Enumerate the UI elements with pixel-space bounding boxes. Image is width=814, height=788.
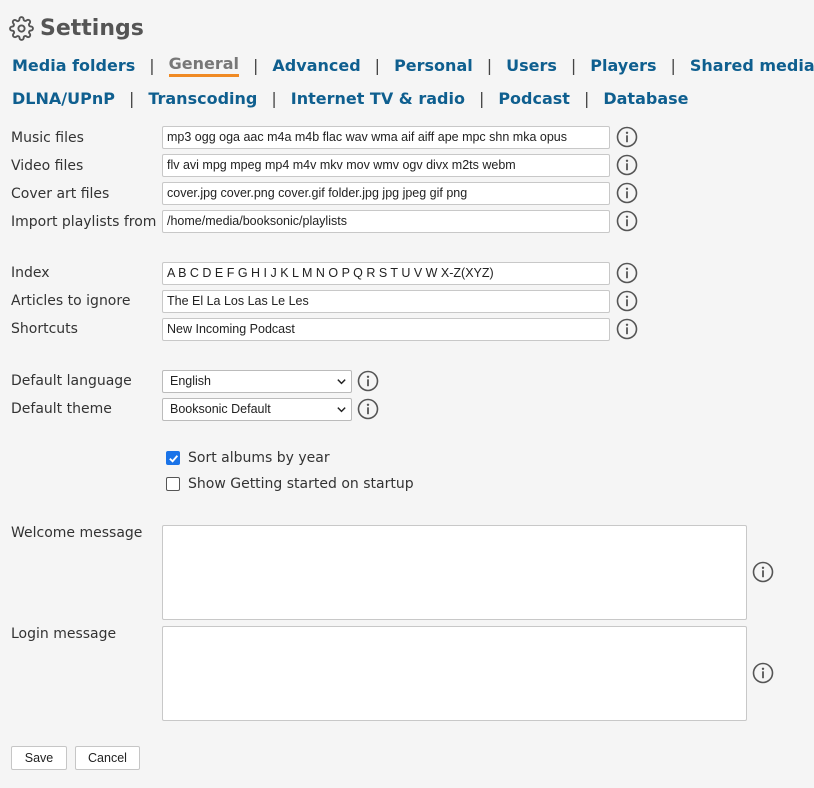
tab-players[interactable]: Players: [590, 56, 656, 75]
welcome-message-label: Welcome message: [11, 525, 143, 541]
page-title: Settings: [9, 13, 144, 43]
default-language-label: Default language: [11, 373, 132, 389]
index-label: Index: [11, 265, 50, 281]
default-theme-value: Booksonic Default: [170, 402, 271, 416]
nav-separator: |: [478, 89, 485, 108]
nav-separator: |: [271, 89, 277, 108]
page-title-text: Settings: [40, 15, 144, 41]
nav-separator: |: [253, 56, 259, 75]
login-message-textarea[interactable]: [162, 626, 747, 721]
cover-art-files-input[interactable]: cover.jpg cover.png cover.gif folder.jpg…: [162, 182, 610, 205]
info-icon[interactable]: [616, 262, 638, 284]
import-playlists-label: Import playlists from: [11, 214, 157, 230]
info-icon[interactable]: [616, 318, 638, 340]
info-icon[interactable]: [616, 210, 638, 232]
tab-general[interactable]: General: [168, 54, 240, 77]
articles-to-ignore-input[interactable]: The El La Los Las Le Les: [162, 290, 610, 313]
sort-albums-by-year-label: Sort albums by year: [188, 450, 330, 466]
nav-separator: |: [128, 89, 135, 108]
show-getting-started-label: Show Getting started on startup: [188, 476, 414, 492]
info-icon[interactable]: [357, 370, 379, 392]
default-language-value: English: [170, 374, 211, 388]
welcome-message-textarea[interactable]: [162, 525, 747, 620]
music-files-label: Music files: [11, 130, 84, 146]
info-icon[interactable]: [357, 398, 379, 420]
video-files-input[interactable]: flv avi mpg mpeg mp4 m4v mkv mov wmv ogv…: [162, 154, 610, 177]
tab-internet-tv-radio[interactable]: Internet TV & radio: [291, 89, 465, 108]
nav-separator: |: [583, 89, 590, 108]
tab-podcast[interactable]: Podcast: [498, 89, 570, 108]
chevron-down-icon: [337, 379, 346, 385]
info-icon[interactable]: [752, 561, 774, 583]
import-playlists-input[interactable]: /home/media/booksonic/playlists: [162, 210, 610, 233]
sort-albums-by-year-checkbox[interactable]: Sort albums by year: [166, 450, 330, 466]
nav-separator: |: [670, 56, 676, 75]
cover-art-files-label: Cover art files: [11, 186, 110, 202]
articles-to-ignore-label: Articles to ignore: [11, 293, 131, 309]
info-icon[interactable]: [752, 662, 774, 684]
info-icon[interactable]: [616, 154, 638, 176]
nav-separator: |: [486, 56, 493, 75]
login-message-label: Login message: [11, 626, 117, 642]
shortcuts-label: Shortcuts: [11, 321, 78, 337]
chevron-down-icon: [337, 407, 346, 413]
default-theme-label: Default theme: [11, 401, 112, 417]
checkbox-checked[interactable]: [166, 451, 180, 465]
checkbox-unchecked[interactable]: [166, 477, 180, 491]
info-icon[interactable]: [616, 126, 638, 148]
tab-database[interactable]: Database: [603, 89, 688, 108]
default-theme-select[interactable]: Booksonic Default: [162, 398, 352, 421]
nav-separator: |: [149, 56, 155, 75]
tab-personal[interactable]: Personal: [394, 56, 473, 75]
gear-icon: [9, 15, 34, 41]
checkmark-icon: [168, 454, 178, 463]
info-icon[interactable]: [616, 290, 638, 312]
save-button[interactable]: Save: [11, 746, 67, 770]
cancel-button[interactable]: Cancel: [75, 746, 140, 770]
music-files-input[interactable]: mp3 ogg oga aac m4a m4b flac wav wma aif…: [162, 126, 610, 149]
tab-users[interactable]: Users: [506, 56, 557, 75]
show-getting-started-checkbox[interactable]: Show Getting started on startup: [166, 476, 414, 492]
tab-media-folders[interactable]: Media folders: [12, 56, 135, 75]
info-icon[interactable]: [616, 182, 638, 204]
settings-nav-row-1: Media folders | General | Advanced | Per…: [12, 54, 814, 77]
video-files-label: Video files: [11, 158, 84, 174]
nav-separator: |: [374, 56, 381, 75]
settings-nav-row-2: DLNA/UPnP | Transcoding | Internet TV & …: [12, 89, 689, 108]
tab-transcoding[interactable]: Transcoding: [148, 89, 257, 108]
default-language-select[interactable]: English: [162, 370, 352, 393]
tab-dlna-upnp[interactable]: DLNA/UPnP: [12, 89, 115, 108]
shortcuts-input[interactable]: New Incoming Podcast: [162, 318, 610, 341]
nav-separator: |: [570, 56, 577, 75]
tab-advanced[interactable]: Advanced: [272, 56, 360, 75]
index-input[interactable]: A B C D E F G H I J K L M N O P Q R S T …: [162, 262, 610, 285]
tab-shared-media[interactable]: Shared media: [690, 56, 814, 75]
